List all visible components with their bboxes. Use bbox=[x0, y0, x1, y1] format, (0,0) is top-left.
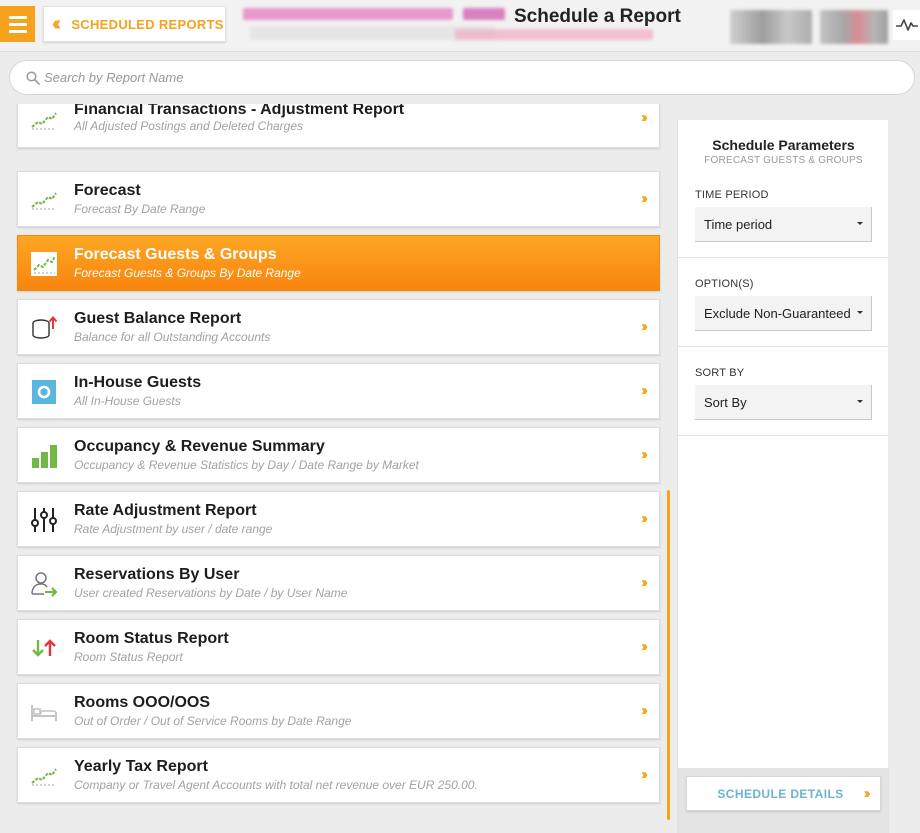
report-title: Guest Balance Report bbox=[74, 310, 242, 327]
bed-icon bbox=[28, 698, 60, 726]
panel-subtitle: FORECAST GUESTS & GROUPS bbox=[704, 155, 863, 166]
report-item-guest-balance[interactable]: Guest Balance Report Balance for all Out… bbox=[17, 299, 660, 355]
chevron-right-icon: ›› bbox=[641, 574, 648, 591]
back-button-label: SCHEDULED REPORTS bbox=[71, 16, 224, 32]
report-item-in-house-guests[interactable]: In-House Guests All In-House Guests ›› bbox=[17, 363, 660, 419]
report-title: Reservations By User bbox=[74, 566, 240, 583]
report-subtitle: Room Status Report bbox=[74, 650, 183, 664]
report-subtitle: Company or Travel Agent Accounts with to… bbox=[74, 778, 478, 792]
report-item-yearly-tax[interactable]: Yearly Tax Report Company or Travel Agen… bbox=[17, 747, 660, 803]
chevron-right-icon: ›› bbox=[863, 785, 871, 802]
caret-down-icon bbox=[857, 311, 863, 314]
schedule-details-label: SCHEDULE DETAILS bbox=[717, 786, 844, 801]
hamburger-menu-button[interactable] bbox=[0, 6, 35, 42]
report-item-financial-transactions[interactable]: Financial Transactions - Adjustment Repo… bbox=[17, 104, 660, 148]
report-title: Financial Transactions - Adjustment Repo… bbox=[74, 104, 405, 118]
chevron-right-icon: ›› bbox=[641, 766, 648, 783]
report-title: Rooms OOO/OOS bbox=[74, 694, 211, 711]
schedule-parameters-panel: Schedule Parameters FORECAST GUESTS & GR… bbox=[677, 120, 889, 833]
select-value: Exclude Non-Guaranteed bbox=[704, 305, 851, 321]
report-title: Yearly Tax Report bbox=[74, 758, 208, 775]
report-subtitle: Occupancy & Revenue Statistics by Day / … bbox=[74, 458, 419, 472]
report-title: Room Status Report bbox=[74, 630, 229, 647]
search-icon bbox=[26, 70, 40, 85]
obscured-header-text bbox=[243, 8, 453, 20]
chevron-right-icon: ›› bbox=[641, 638, 648, 655]
chevron-right-icon: ›› bbox=[641, 318, 648, 335]
search-input[interactable] bbox=[44, 70, 904, 85]
obscured-user-info bbox=[730, 10, 812, 44]
select-value: Sort By bbox=[704, 394, 747, 410]
page-title: Schedule a Report bbox=[514, 6, 681, 27]
report-title: Occupancy & Revenue Summary bbox=[74, 438, 325, 455]
report-subtitle: User created Reservations by Date / by U… bbox=[74, 586, 348, 600]
pulse-icon bbox=[895, 19, 918, 31]
list-scrollbar[interactable] bbox=[667, 490, 670, 820]
report-title: Forecast Guests & Groups bbox=[74, 246, 277, 263]
search-bar bbox=[9, 60, 915, 95]
field-label: SORT BY bbox=[695, 367, 745, 379]
chevron-right-icon: ›› bbox=[641, 190, 648, 207]
report-subtitle: Balance for all Outstanding Accounts bbox=[74, 330, 271, 344]
select-value: Time period bbox=[704, 216, 773, 232]
report-subtitle: Out of Order / Out of Service Rooms by D… bbox=[74, 714, 352, 728]
time-period-field: TIME PERIOD Time period bbox=[678, 189, 889, 258]
report-item-forecast[interactable]: Forecast Forecast By Date Range ›› bbox=[17, 171, 660, 227]
report-item-reservations-by-user[interactable]: Reservations By User User created Reserv… bbox=[17, 555, 660, 611]
hamburger-icon bbox=[8, 15, 27, 19]
report-subtitle: All Adjusted Postings and Deleted Charge… bbox=[74, 119, 304, 133]
schedule-details-button[interactable]: SCHEDULE DETAILS ›› bbox=[686, 776, 881, 811]
report-item-room-status[interactable]: Room Status Report Room Status Report ›› bbox=[17, 619, 660, 675]
report-item-occupancy-revenue[interactable]: Occupancy & Revenue Summary Occupancy & … bbox=[17, 427, 660, 483]
report-item-forecast-guests-groups[interactable]: Forecast Guests & Groups Forecast Guests… bbox=[17, 235, 660, 291]
bar-chart-icon bbox=[28, 442, 60, 470]
time-period-select[interactable]: Time period bbox=[695, 207, 872, 242]
caret-down-icon bbox=[857, 222, 863, 225]
sort-by-field: SORT BY Sort By bbox=[678, 367, 889, 436]
up-down-arrows-icon bbox=[28, 634, 60, 662]
report-item-rate-adjustment[interactable]: Rate Adjustment Report Rate Adjustment b… bbox=[17, 491, 660, 547]
field-label: OPTION(S) bbox=[695, 278, 754, 290]
trend-chart-icon bbox=[28, 106, 60, 134]
panel-title: Schedule Parameters bbox=[712, 137, 855, 153]
trend-chart-icon bbox=[28, 762, 60, 790]
chevron-right-icon: ›› bbox=[641, 702, 648, 719]
options-field: OPTION(S) Exclude Non-Guaranteed bbox=[678, 278, 889, 347]
report-list: Financial Transactions - Adjustment Repo… bbox=[0, 104, 672, 833]
sort-by-select[interactable]: Sort By bbox=[695, 385, 872, 420]
obscured-avatar bbox=[820, 10, 888, 44]
panel-footer: SCHEDULE DETAILS ›› bbox=[678, 768, 889, 833]
chevron-right-icon: ›› bbox=[641, 510, 648, 527]
chevron-right-icon: ›› bbox=[641, 446, 648, 463]
report-title: Rate Adjustment Report bbox=[74, 502, 257, 519]
options-select[interactable]: Exclude Non-Guaranteed bbox=[695, 296, 872, 331]
coins-stack-icon bbox=[28, 314, 60, 342]
double-chevron-left-icon: ‹‹ bbox=[52, 13, 62, 35]
report-subtitle: Forecast By Date Range bbox=[74, 202, 206, 216]
caret-down-icon bbox=[857, 400, 863, 403]
top-bar: ‹‹ SCHEDULED REPORTS Schedule a Report bbox=[0, 0, 920, 52]
back-to-scheduled-reports-button[interactable]: ‹‹ SCHEDULED REPORTS bbox=[43, 6, 226, 42]
user-arrow-icon bbox=[28, 570, 60, 598]
activity-button[interactable] bbox=[893, 10, 920, 40]
report-title: In-House Guests bbox=[74, 374, 202, 391]
report-subtitle: Rate Adjustment by user / date range bbox=[74, 522, 273, 536]
report-title: Forecast bbox=[74, 182, 141, 199]
in-house-icon bbox=[28, 378, 60, 406]
report-subtitle: Forecast Guests & Groups By Date Range bbox=[74, 266, 301, 280]
chevron-right-icon: ›› bbox=[641, 382, 648, 399]
report-item-rooms-ooo-oos[interactable]: Rooms OOO/OOS Out of Order / Out of Serv… bbox=[17, 683, 660, 739]
trend-chart-icon bbox=[28, 250, 60, 278]
trend-chart-icon bbox=[28, 186, 60, 214]
chevron-right-icon: ›› bbox=[641, 109, 648, 126]
field-label: TIME PERIOD bbox=[695, 189, 769, 201]
report-subtitle: All In-House Guests bbox=[74, 394, 181, 408]
sliders-icon bbox=[28, 506, 60, 534]
